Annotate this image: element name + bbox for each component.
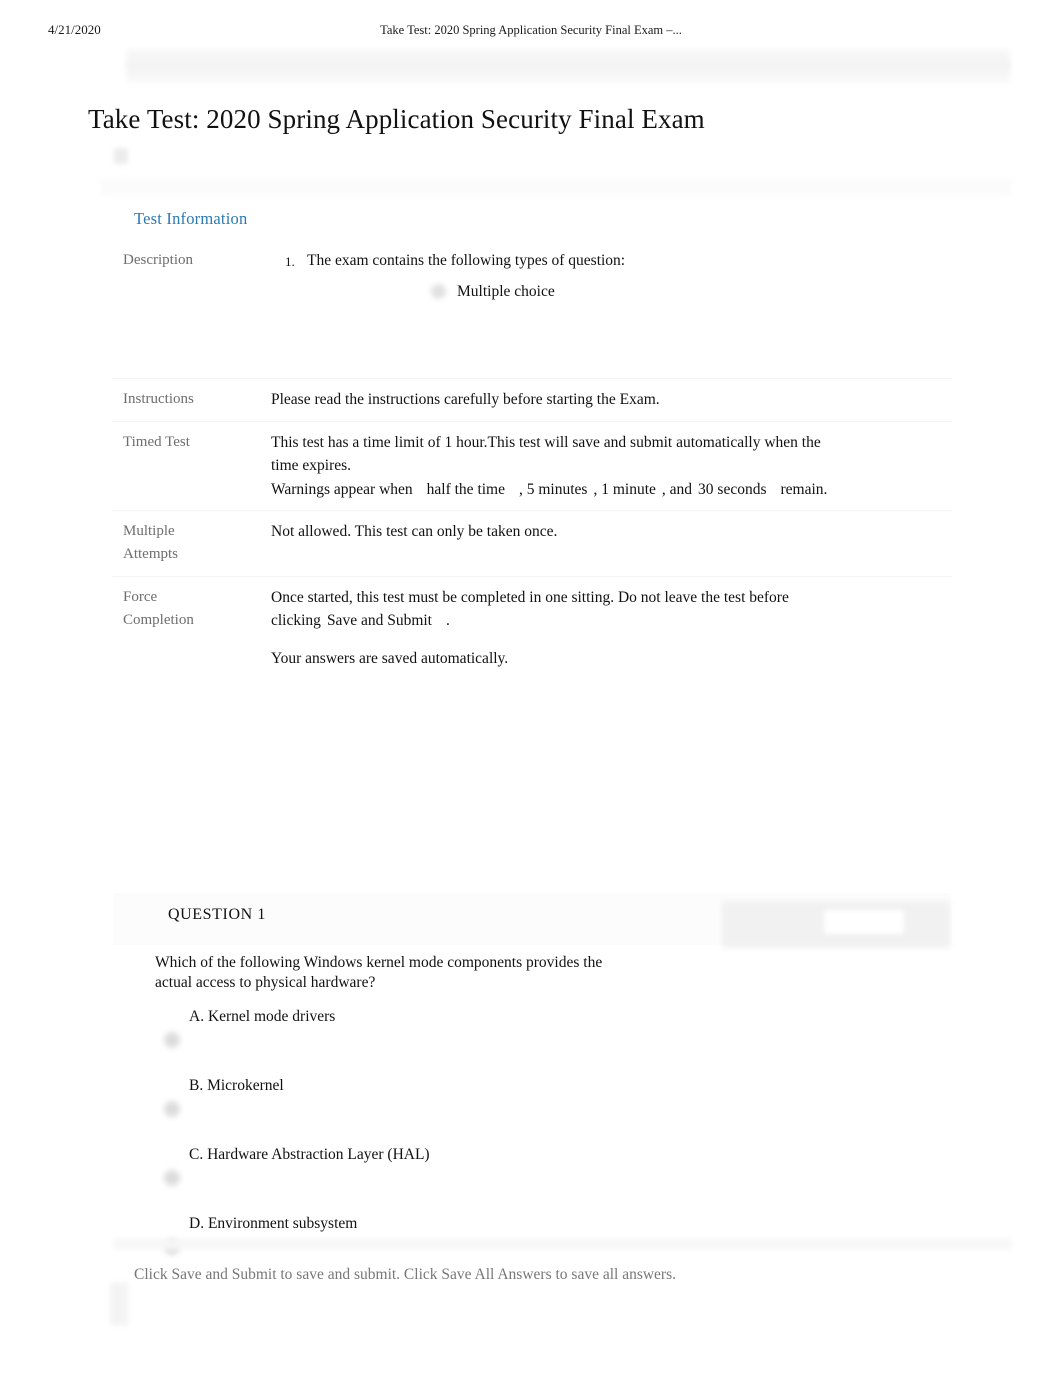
answer-option-a[interactable]: A. Kernel mode drivers [155, 1008, 855, 1077]
force-completion-suffix: . [446, 612, 450, 630]
radio-button-icon[interactable] [164, 1032, 180, 1048]
ghosted-footer-band [113, 1238, 1012, 1250]
timed-test-warnings: Warnings appear when half the time , 5 min… [271, 478, 944, 502]
description-list: 1. The exam contains the following types… [271, 249, 944, 303]
answer-option-label: A. Kernel mode drivers [189, 1008, 336, 1025]
warning-thirty-seconds: 30 seconds [698, 480, 767, 498]
ghosted-breadcrumb-bar [100, 178, 1012, 196]
description-list-number: 1. [285, 254, 295, 269]
table-row-force-completion: Force Completion Once started, this test… [112, 575, 952, 680]
ghosted-menu-icon [114, 148, 128, 164]
answer-option-label: D. Environment subsystem [189, 1215, 358, 1232]
warning-and: , and [661, 480, 693, 498]
answer-option-label: C. Hardware Abstraction Layer (HAL) [189, 1146, 430, 1163]
ghosted-navigation-bar [126, 48, 1011, 84]
ghosted-question-points-button [824, 910, 904, 934]
table-row-instructions: Instructions Please read the instruction… [112, 378, 952, 422]
row-value-description: 1. The exam contains the following types… [251, 240, 952, 379]
force-completion-label-line1: Force [123, 588, 158, 605]
multiple-attempts-label-line1: Multiple [123, 523, 175, 540]
multiple-attempts-label-line2: Attempts [123, 546, 178, 563]
description-sub-text: Multiple choice [457, 282, 555, 300]
row-label-multiple-attempts: Multiple Attempts [112, 510, 251, 577]
row-label-instructions: Instructions [112, 378, 251, 422]
table-row-timed-test: Timed Test This test has a time limit of… [112, 420, 952, 511]
description-list-item: 1. The exam contains the following types… [285, 249, 944, 304]
description-sub-item: Multiple choice [431, 280, 944, 304]
warning-prefix: Warnings appear when [271, 480, 413, 498]
test-information-heading: Test Information [134, 209, 248, 228]
force-completion-line3: Your answers are saved automatically. [271, 649, 509, 667]
force-completion-line2: clicking Save and Submit. [271, 609, 944, 633]
description-list-text: The exam contains the following types of… [307, 252, 626, 269]
warning-half-time: half the time [426, 480, 505, 498]
radio-button-icon[interactable] [164, 1170, 180, 1186]
question-text-line2: actual access to physical hardware? [155, 974, 376, 992]
bullet-icon [431, 283, 446, 299]
ghosted-footer-left-strip [110, 1283, 128, 1325]
radio-button-icon[interactable] [164, 1101, 180, 1117]
warning-one-minute: , 1 minute [593, 480, 656, 498]
warning-suffix: remain. [780, 480, 828, 498]
question-text-line1: Which of the following Windows kernel mo… [155, 954, 603, 971]
row-label-force-completion: Force Completion [112, 575, 251, 680]
table-row-description: Description 1. The exam contains the fol… [112, 240, 952, 379]
force-completion-line1: Once started, this test must be complete… [271, 588, 789, 606]
print-document-title: Take Test: 2020 Spring Application Secur… [380, 23, 682, 37]
force-completion-label-line2: Completion [123, 611, 194, 628]
timed-test-line1: This test has a time limit of 1 hour.Thi… [271, 433, 821, 451]
question-text: Which of the following Windows kernel mo… [155, 953, 695, 993]
print-header: 4/21/2020 Take Test: 2020 Spring Applica… [0, 22, 1062, 42]
row-value-multiple-attempts: Not allowed. This test can only be taken… [251, 510, 952, 577]
timed-test-line2: time expires. [271, 457, 352, 475]
row-value-force-completion: Once started, this test must be complete… [251, 575, 952, 680]
answer-option-label: B. Microkernel [189, 1077, 284, 1094]
row-label-timed-test: Timed Test [112, 420, 251, 511]
row-label-description: Description [123, 252, 193, 268]
answer-option-b[interactable]: B. Microkernel [155, 1077, 855, 1146]
warning-five-minutes: , 5 minutes [519, 480, 588, 498]
force-completion-prefix: clicking [271, 612, 321, 630]
answer-option-c[interactable]: C. Hardware Abstraction Layer (HAL) [155, 1146, 855, 1215]
test-information-table: Description 1. The exam contains the fol… [112, 240, 952, 680]
table-row-multiple-attempts: Multiple Attempts Not allowed. This test… [112, 510, 952, 577]
row-value-instructions: Please read the instructions carefully b… [251, 378, 952, 422]
page-title: Take Test: 2020 Spring Application Secur… [88, 104, 705, 135]
save-and-submit-reference: Save and Submit [326, 612, 432, 630]
question-number: QUESTION 1 [168, 906, 266, 923]
footer-save-note: Click Save and Submit to save and submit… [134, 1266, 677, 1283]
row-value-timed-test: This test has a time limit of 1 hour.Thi… [251, 420, 952, 511]
